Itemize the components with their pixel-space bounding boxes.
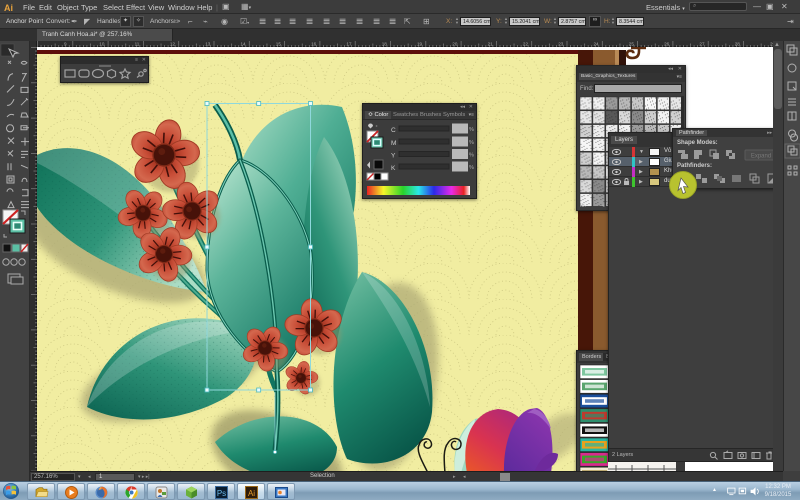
svg-text:M: M	[391, 140, 396, 147]
svg-text:25: 25	[629, 42, 635, 47]
svg-text:%: %	[469, 140, 474, 146]
svg-text:%: %	[469, 153, 474, 159]
svg-text:⁺: ⁺	[375, 124, 378, 131]
svg-text:13: 13	[205, 42, 211, 47]
svg-text:24: 24	[594, 42, 600, 47]
svg-text:14: 14	[241, 42, 247, 47]
svg-text:15: 15	[276, 42, 282, 47]
svg-text:20: 20	[452, 42, 458, 47]
svg-text:%: %	[469, 165, 474, 171]
svg-text:10: 10	[99, 42, 105, 47]
svg-text:Expand: Expand	[751, 154, 771, 160]
svg-text:22: 22	[523, 42, 529, 47]
svg-text:16: 16	[311, 42, 317, 47]
svg-text:19: 19	[417, 42, 423, 47]
svg-text:17: 17	[346, 42, 352, 47]
svg-text:26: 26	[664, 42, 670, 47]
svg-text:9: 9	[64, 42, 67, 47]
svg-text:Ai: Ai	[248, 489, 255, 498]
svg-text:Ps: Ps	[217, 489, 226, 498]
svg-text:%: %	[469, 127, 474, 133]
svg-text:K: K	[391, 165, 396, 172]
svg-text:12: 12	[170, 42, 176, 47]
svg-text:18: 18	[382, 42, 388, 47]
svg-text:27: 27	[699, 42, 705, 47]
svg-text:Y: Y	[391, 153, 396, 160]
svg-text:21: 21	[488, 42, 494, 47]
svg-text:C: C	[391, 127, 396, 134]
svg-text:11: 11	[135, 42, 140, 47]
svg-text:23: 23	[558, 42, 564, 47]
svg-text:28: 28	[735, 42, 741, 47]
